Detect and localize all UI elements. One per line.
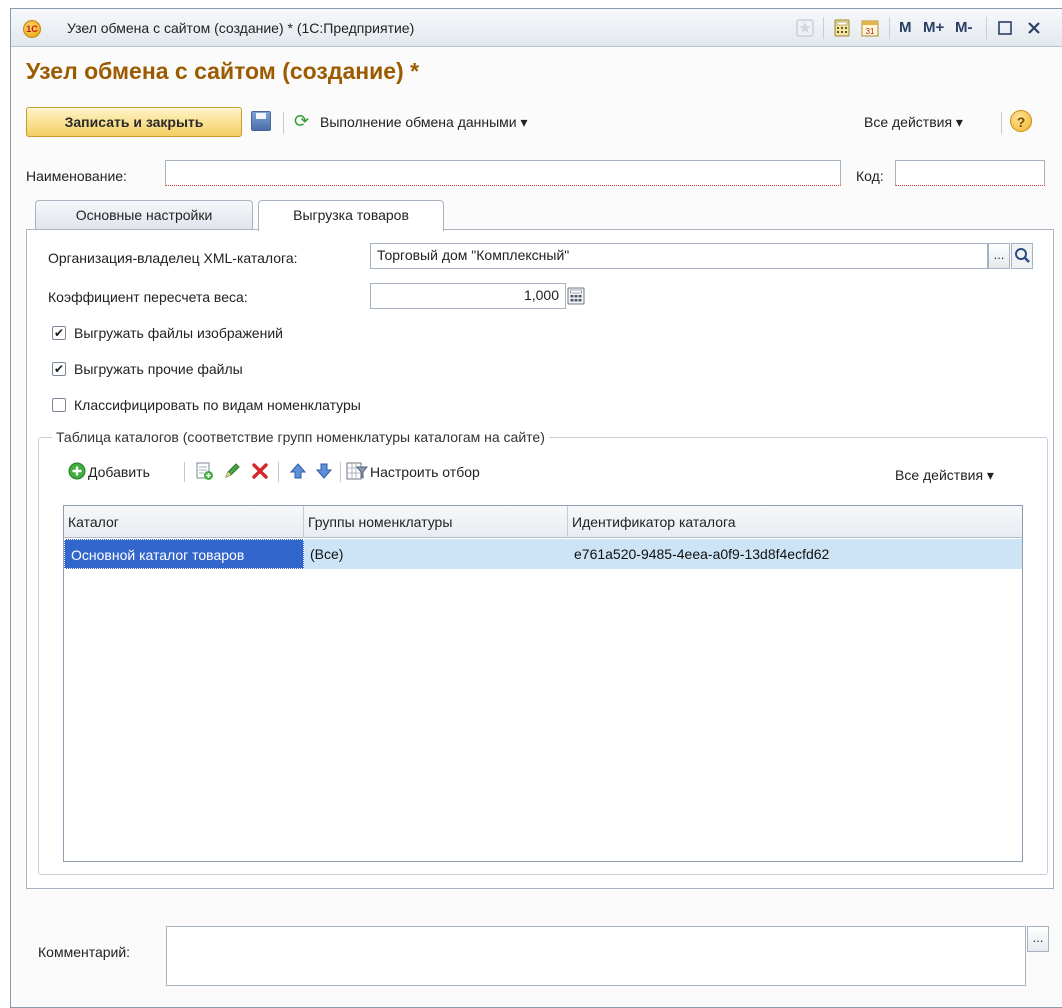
memory-m-button[interactable]: M bbox=[899, 19, 912, 36]
select-button[interactable]: ... bbox=[988, 243, 1010, 269]
classify-by-type-checkbox[interactable] bbox=[52, 398, 66, 412]
title-separator bbox=[889, 17, 890, 39]
calculator-icon[interactable] bbox=[833, 19, 851, 37]
page-title: Узел обмена с сайтом (создание) * bbox=[26, 58, 420, 84]
name-field[interactable] bbox=[165, 160, 841, 186]
toolbar-separator bbox=[278, 462, 279, 482]
classify-by-type-label: Классифицировать по видам номенклатуры bbox=[74, 397, 361, 413]
move-up-icon[interactable] bbox=[288, 461, 308, 481]
toolbar-separator bbox=[184, 462, 185, 482]
export-other-files-label: Выгружать прочие файлы bbox=[74, 361, 243, 377]
org-owner-label: Организация-владелец XML-каталога: bbox=[48, 250, 298, 266]
export-images-checkbox[interactable]: ✔ bbox=[52, 326, 66, 340]
add-icon[interactable] bbox=[67, 461, 87, 481]
save-and-close-button[interactable]: Записать и закрыть bbox=[26, 107, 242, 137]
window-title: Узел обмена с сайтом (создание) * (1С:Пр… bbox=[67, 20, 415, 36]
export-other-files-checkbox[interactable]: ✔ bbox=[52, 362, 66, 376]
column-header-groups[interactable]: Группы номенклатуры bbox=[304, 506, 568, 538]
comment-field[interactable] bbox=[166, 926, 1026, 986]
table-header: Каталог Группы номенклатуры Идентификато… bbox=[64, 506, 1022, 538]
filter-settings-icon[interactable] bbox=[346, 461, 368, 481]
memory-minus-button[interactable]: M- bbox=[955, 19, 973, 36]
app-logo: 1С bbox=[23, 20, 41, 38]
favorites-star-icon[interactable] bbox=[796, 19, 814, 37]
table-row[interactable]: Основной каталог товаров (Все) e761a520-… bbox=[64, 539, 1022, 569]
title-separator bbox=[823, 17, 824, 39]
comment-label: Комментарий: bbox=[38, 944, 131, 960]
cell-catalog-id[interactable]: e761a520-9485-4eea-a0f9-13d8f4ecfd62 bbox=[568, 539, 1022, 569]
cell-groups[interactable]: (Все) bbox=[304, 539, 568, 569]
toolbar-separator bbox=[1001, 112, 1002, 134]
code-label: Код: bbox=[856, 168, 884, 184]
edit-pencil-icon[interactable] bbox=[222, 461, 242, 481]
tab-goods-export[interactable]: Выгрузка товаров bbox=[258, 200, 444, 231]
column-header-catalog-id[interactable]: Идентификатор каталога bbox=[568, 506, 1022, 538]
add-button[interactable]: Добавить bbox=[88, 464, 150, 480]
org-owner-field[interactable]: Торговый дом "Комплексный" bbox=[370, 243, 988, 269]
catalog-table-legend: Таблица каталогов (соответствие групп но… bbox=[52, 429, 549, 445]
cell-catalog[interactable]: Основной каталог товаров bbox=[64, 539, 304, 569]
search-icon[interactable] bbox=[1011, 243, 1033, 269]
save-icon[interactable] bbox=[251, 111, 271, 131]
all-actions-menu[interactable]: Все действия ▾ bbox=[864, 114, 963, 131]
move-down-icon[interactable] bbox=[314, 461, 334, 481]
catalog-table[interactable]: Каталог Группы номенклатуры Идентификато… bbox=[63, 505, 1023, 862]
comment-select-button[interactable]: ... bbox=[1027, 926, 1049, 952]
toolbar-separator bbox=[340, 462, 341, 482]
title-bar: 1С Узел обмена с сайтом (создание) * (1С… bbox=[11, 9, 1062, 47]
table-all-actions-menu[interactable]: Все действия ▾ bbox=[895, 467, 994, 484]
calculator-icon[interactable] bbox=[567, 287, 585, 305]
delete-icon[interactable] bbox=[250, 461, 270, 481]
title-separator bbox=[986, 17, 987, 39]
help-icon[interactable]: ? bbox=[1010, 110, 1032, 132]
name-label: Наименование: bbox=[26, 168, 127, 184]
svg-text:31: 31 bbox=[866, 27, 875, 36]
toolbar-separator bbox=[283, 112, 284, 134]
column-header-catalog[interactable]: Каталог bbox=[64, 506, 304, 538]
tab-main-settings[interactable]: Основные настройки bbox=[35, 200, 253, 230]
memory-plus-button[interactable]: M+ bbox=[923, 19, 944, 36]
calendar-icon[interactable]: 31 bbox=[861, 19, 879, 37]
close-icon[interactable] bbox=[1025, 19, 1043, 37]
code-field[interactable] bbox=[895, 160, 1045, 186]
configure-filter-button[interactable]: Настроить отбор bbox=[370, 464, 480, 480]
copy-icon[interactable] bbox=[194, 461, 214, 481]
exchange-arrows-icon[interactable]: ⟳ bbox=[294, 111, 309, 131]
export-images-label: Выгружать файлы изображений bbox=[74, 325, 283, 341]
maximize-icon[interactable] bbox=[996, 19, 1014, 37]
weight-coefficient-field[interactable]: 1,000 bbox=[370, 283, 566, 309]
data-exchange-menu[interactable]: Выполнение обмена данными ▾ bbox=[320, 114, 528, 131]
weight-coefficient-label: Коэффициент пересчета веса: bbox=[48, 289, 248, 305]
